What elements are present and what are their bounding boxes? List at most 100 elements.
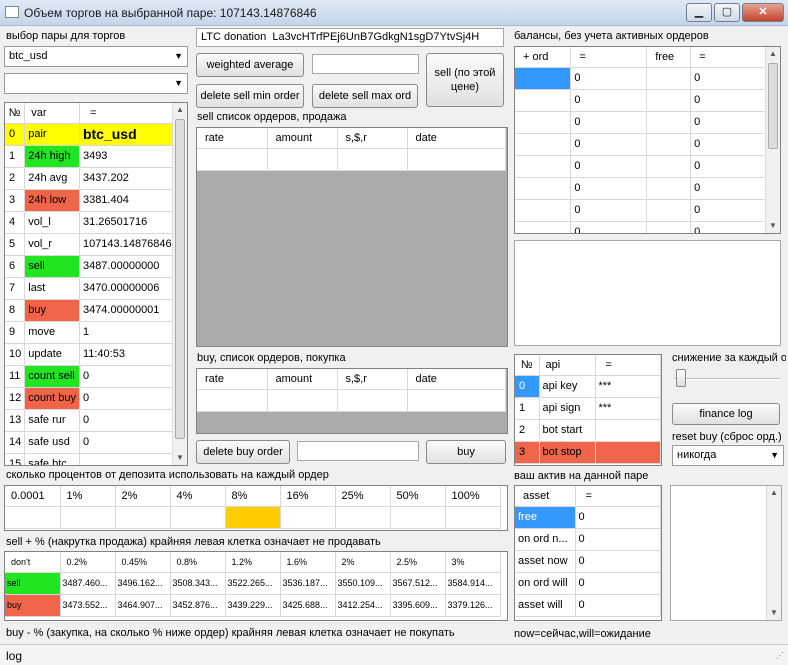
header-value[interactable]: =: [79, 103, 176, 124]
buy-markdown-cell[interactable]: 3452.876...: [170, 594, 226, 617]
buy-button[interactable]: buy: [426, 440, 506, 464]
markup-header[interactable]: 0.45%: [115, 552, 171, 573]
row-value[interactable]: 107143.14876846: [79, 233, 176, 256]
row-var[interactable]: safe usd: [24, 431, 80, 454]
balances-grid[interactable]: + ord = free = 0 0 0 0 0 0 0 0 0 0 0 0 0 0 0 0 ▲ ▼: [514, 46, 781, 234]
api-row-name[interactable]: api key: [539, 375, 596, 398]
sell-markup-cell[interactable]: 3567.512...: [390, 572, 446, 595]
balance-header-1[interactable]: =: [570, 47, 648, 68]
delete-buy-order-button[interactable]: delete buy order: [196, 440, 290, 464]
scroll-thumb[interactable]: [768, 63, 778, 149]
pair-info-grid[interactable]: № var = 0 pair btc_usd 1 24h high 3493 2 24h avg 34…: [4, 102, 188, 466]
balance-cell[interactable]: [515, 67, 572, 90]
row-var[interactable]: pair: [24, 123, 80, 146]
sell-cell[interactable]: [197, 148, 268, 171]
row-number[interactable]: 4: [5, 211, 26, 234]
api-row-value[interactable]: ***: [595, 375, 661, 398]
balance-cell[interactable]: [515, 111, 572, 134]
scroll-down-icon[interactable]: ▼: [173, 451, 187, 465]
buy-cell[interactable]: [337, 389, 408, 412]
row-number[interactable]: 0: [5, 123, 26, 146]
header-number[interactable]: №: [5, 103, 26, 124]
row-var[interactable]: last: [24, 277, 80, 300]
markup-grid[interactable]: don't 0.2% 0.45% 0.8% 1.2% 1.6% 2% 2.5% 3% sell 34…: [4, 551, 508, 621]
asset-grid[interactable]: asset = free 0 on ord n... 0 asset now 0 on ord …: [514, 485, 662, 621]
resize-grip-icon[interactable]: ⋰: [776, 651, 784, 660]
deposit-option-label[interactable]: 100%: [445, 486, 501, 507]
asset-row-value[interactable]: 0: [575, 594, 661, 617]
buy-markdown-cell[interactable]: 3395.609...: [390, 594, 446, 617]
row-value[interactable]: 3437.202: [79, 167, 176, 190]
balance-cell[interactable]: 0: [690, 221, 766, 233]
markup-header[interactable]: 1.2%: [225, 552, 281, 573]
balance-cell[interactable]: [515, 177, 572, 200]
balance-cell[interactable]: 0: [570, 221, 648, 233]
buy-markdown-cell[interactable]: buy: [5, 594, 61, 617]
deposit-option-cell[interactable]: [115, 506, 171, 529]
buy-markdown-cell[interactable]: 3425.688...: [280, 594, 336, 617]
balance-cell[interactable]: [515, 221, 572, 233]
row-var[interactable]: sell: [24, 255, 80, 278]
buy-cell[interactable]: [267, 389, 338, 412]
markup-header[interactable]: 1.6%: [280, 552, 336, 573]
balance-cell[interactable]: [646, 67, 692, 90]
row-value[interactable]: 0: [79, 409, 176, 432]
scroll-down-icon[interactable]: ▼: [767, 606, 781, 620]
pair-info-scrollbar[interactable]: ▲ ▼: [172, 103, 187, 465]
deposit-option-label[interactable]: 25%: [335, 486, 391, 507]
close-button[interactable]: ✕: [742, 3, 784, 22]
deposit-option-cell[interactable]: [170, 506, 226, 529]
row-number[interactable]: 11: [5, 365, 26, 388]
markup-header[interactable]: 3%: [445, 552, 501, 573]
balance-cell[interactable]: [646, 111, 692, 134]
weighted-average-input[interactable]: [312, 54, 419, 74]
row-var[interactable]: update: [24, 343, 80, 366]
sell-markup-cell[interactable]: 3508.343...: [170, 572, 226, 595]
balance-cell[interactable]: [646, 133, 692, 156]
api-header-name[interactable]: api: [539, 355, 596, 376]
api-header-value[interactable]: =: [595, 355, 661, 376]
markup-header[interactable]: don't: [5, 552, 61, 573]
sell-markup-cell[interactable]: 3536.187...: [280, 572, 336, 595]
table-row[interactable]: 3 24h low 3381.404: [5, 189, 176, 212]
scroll-up-icon[interactable]: ▲: [766, 47, 780, 61]
row-var[interactable]: count buy: [24, 387, 80, 410]
balance-header-0[interactable]: + ord: [515, 47, 572, 68]
balance-cell[interactable]: 0: [570, 67, 648, 90]
table-row[interactable]: 14 safe usd 0: [5, 431, 176, 454]
asset-header-name[interactable]: asset: [515, 486, 576, 507]
balance-cell[interactable]: 0: [690, 199, 766, 222]
deposit-option-label[interactable]: 1%: [60, 486, 116, 507]
balance-cell[interactable]: 0: [690, 111, 766, 134]
buy-price-input[interactable]: [297, 441, 419, 461]
asset-row-name[interactable]: on ord will: [515, 572, 576, 595]
asset-notes-box[interactable]: ▲ ▼: [670, 485, 782, 621]
sell-cell[interactable]: [337, 148, 408, 171]
balance-cell[interactable]: 0: [690, 133, 766, 156]
api-row-name[interactable]: bot start: [539, 419, 596, 442]
sell-markup-cell[interactable]: 3550.109...: [335, 572, 391, 595]
row-var[interactable]: safe rur: [24, 409, 80, 432]
scroll-down-icon[interactable]: ▼: [766, 219, 780, 233]
table-row[interactable]: 15 safe btc: [5, 453, 176, 465]
weighted-average-button[interactable]: weighted average: [196, 53, 304, 77]
row-var[interactable]: 24h avg: [24, 167, 80, 190]
row-number[interactable]: 15: [5, 453, 26, 465]
sell-at-price-button[interactable]: sell (по этой цене): [426, 53, 504, 107]
row-value[interactable]: [79, 453, 176, 465]
row-var[interactable]: vol_l: [24, 211, 80, 234]
donation-box[interactable]: LTC donation La3vcHTrfPEj6UnB7GdkgN1sgD7…: [196, 28, 504, 47]
row-var[interactable]: safe btc: [24, 453, 80, 465]
balance-cell[interactable]: 0: [690, 89, 766, 112]
sell-orders-grid[interactable]: rate amount s,$,r date: [196, 127, 508, 347]
header-var[interactable]: var: [24, 103, 80, 124]
row-var[interactable]: vol_r: [24, 233, 80, 256]
table-row[interactable]: 5 vol_r 107143.14876846: [5, 233, 176, 256]
sell-markup-cell[interactable]: 3487.460...: [60, 572, 116, 595]
api-row-value[interactable]: ***: [595, 397, 661, 420]
row-value[interactable]: 31.26501716: [79, 211, 176, 234]
row-value[interactable]: 3493: [79, 145, 176, 168]
row-var[interactable]: move: [24, 321, 80, 344]
table-row[interactable]: 11 count sell 0: [5, 365, 176, 388]
sell-header-amount[interactable]: amount: [267, 128, 338, 149]
